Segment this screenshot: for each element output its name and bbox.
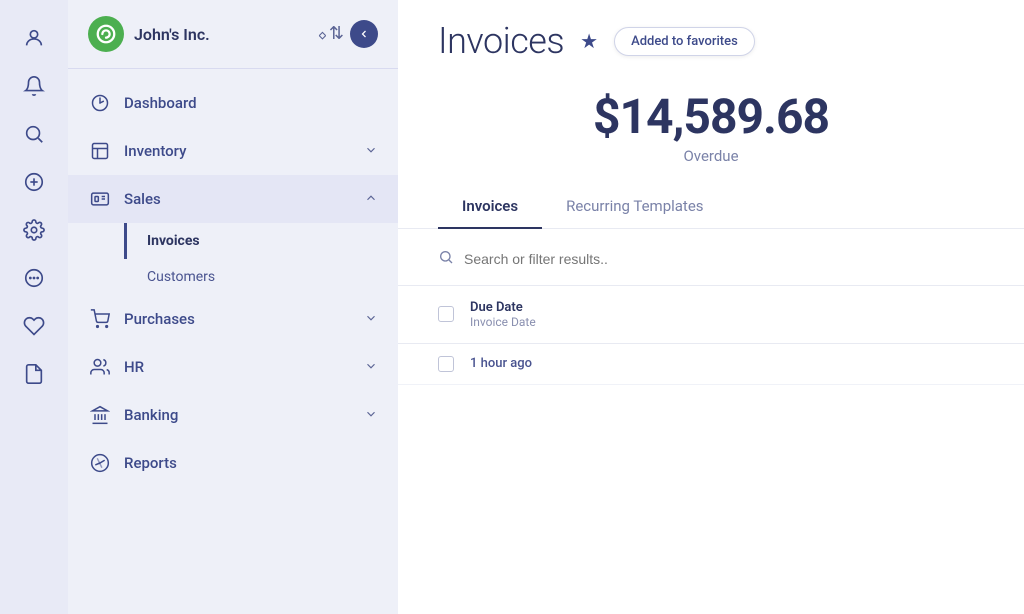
purchases-label: Purchases <box>124 310 352 328</box>
search-bar <box>398 233 1024 286</box>
banking-icon <box>88 403 112 427</box>
sidebar-item-invoices[interactable]: Invoices <box>124 223 398 259</box>
company-logo <box>88 16 124 52</box>
settings-icon[interactable] <box>12 208 56 252</box>
sales-subnav: Invoices Customers <box>68 223 398 295</box>
overdue-amount: $14,589.68 <box>438 88 984 145</box>
sidebar-item-dashboard[interactable]: Dashboard <box>68 79 398 127</box>
banking-chevron <box>364 407 378 424</box>
sidebar-item-purchases[interactable]: Purchases <box>68 295 398 343</box>
inventory-label: Inventory <box>124 142 352 160</box>
dashboard-icon <box>88 91 112 115</box>
company-name: John's Inc. <box>134 25 306 44</box>
favorites-badge[interactable]: Added to favorites <box>614 27 755 56</box>
sidebar-header-controls: ⇅ <box>316 20 378 48</box>
sales-chevron <box>364 191 378 208</box>
col-invoice-date-label: Invoice Date <box>470 315 984 329</box>
icon-rail <box>0 0 68 614</box>
sales-label: Sales <box>124 190 352 208</box>
hr-label: HR <box>124 358 352 376</box>
overdue-label: Overdue <box>438 147 984 165</box>
table-row[interactable]: 1 hour ago <box>398 344 1024 385</box>
sidebar-item-hr[interactable]: HR <box>68 343 398 391</box>
sidebar-nav: Dashboard Inventory <box>68 69 398 614</box>
overdue-section: $14,589.68 Overdue <box>398 78 1024 185</box>
search-rail-icon[interactable] <box>12 112 56 156</box>
select-all-checkbox[interactable] <box>438 306 454 322</box>
tab-invoices[interactable]: Invoices <box>438 185 542 229</box>
inventory-chevron <box>364 143 378 160</box>
col-due-date-label: Due Date <box>470 300 984 315</box>
document-icon[interactable] <box>12 352 56 396</box>
sidebar-item-inventory[interactable]: Inventory <box>68 127 398 175</box>
reports-label: Reports <box>124 454 378 472</box>
help-icon[interactable] <box>12 256 56 300</box>
table-header: Due Date Invoice Date <box>398 286 1024 344</box>
reports-icon <box>88 451 112 475</box>
sidebar-item-sales[interactable]: Sales <box>68 175 398 223</box>
sidebar-header: John's Inc. ⇅ <box>68 0 398 69</box>
row-checkbox[interactable] <box>438 356 454 372</box>
sidebar: John's Inc. ⇅ <box>68 0 398 614</box>
main-header: Invoices ★ Added to favorites <box>398 0 1024 78</box>
hr-chevron <box>364 359 378 376</box>
tab-recurring-templates[interactable]: Recurring Templates <box>542 185 727 229</box>
purchases-icon <box>88 307 112 331</box>
search-bar-icon <box>438 249 454 269</box>
purchases-chevron <box>364 311 378 328</box>
main-content: Invoices ★ Added to favorites $14,589.68… <box>398 0 1024 614</box>
page-title: Invoices <box>438 20 564 62</box>
dashboard-label: Dashboard <box>124 94 378 112</box>
sales-icon <box>88 187 112 211</box>
tabs-bar: Invoices Recurring Templates <box>398 185 1024 229</box>
sidebar-item-customers[interactable]: Customers <box>124 259 398 295</box>
sidebar-collapse-button[interactable] <box>350 20 378 48</box>
row-timestamp: 1 hour ago <box>470 356 532 371</box>
sidebar-item-reports[interactable]: Reports <box>68 439 398 487</box>
search-input[interactable] <box>464 251 984 267</box>
banking-label: Banking <box>124 406 352 424</box>
sidebar-expand-button[interactable]: ⇅ <box>316 20 344 48</box>
plus-circle-icon[interactable] <box>12 160 56 204</box>
heart-icon[interactable] <box>12 304 56 348</box>
user-icon[interactable] <box>12 16 56 60</box>
hr-icon <box>88 355 112 379</box>
col-date-header: Due Date Invoice Date <box>470 300 984 329</box>
favorite-star-icon[interactable]: ★ <box>580 29 598 53</box>
inventory-icon <box>88 139 112 163</box>
bell-icon[interactable] <box>12 64 56 108</box>
sidebar-item-banking[interactable]: Banking <box>68 391 398 439</box>
